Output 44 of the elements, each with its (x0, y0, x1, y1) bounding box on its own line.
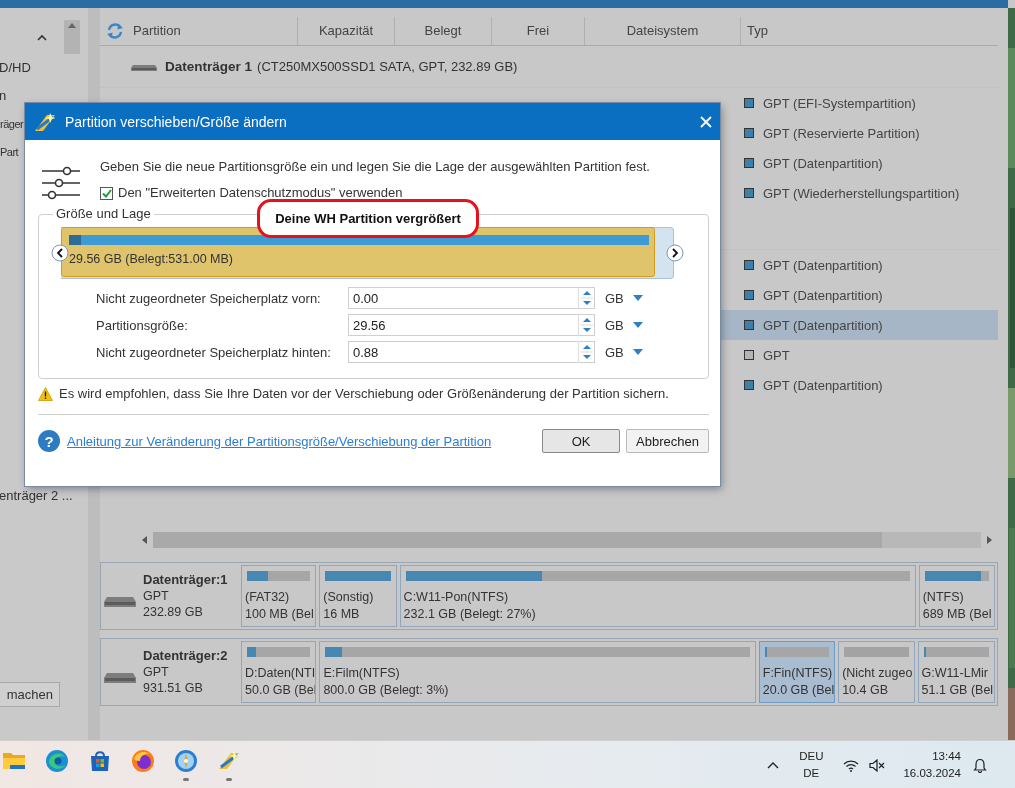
table-cell: GPT (Reservierte Partition) (763, 125, 920, 141)
instruction-text: Geben Sie die neue Partitionsgröße ein und legen Sie die Lage der ausgewählten Partition fest. (100, 158, 650, 176)
table-cell: GPT (Wiederherstellungspartition) (763, 185, 960, 201)
partition-label: (Nicht zugeo (842, 665, 911, 682)
field-label: Partitionsgröße: (96, 317, 189, 333)
table-cell: GPT (Datenpartition) (763, 377, 883, 393)
partition-size: 50.0 GB (Bel (245, 682, 313, 699)
partition-size: 10.4 GB (842, 682, 890, 699)
field-label: Nicht zugeordneter Speicherplatz vorn: (96, 290, 322, 306)
partition-label: G:W11-LMir (921, 665, 989, 682)
disk-size: 232.89 GB (143, 604, 204, 620)
partition-label: (NTFS) (922, 589, 965, 606)
field-label: Nicht zugeordneter Speicherplatz hinten: (96, 344, 332, 360)
disk-name: Datenträger:1 (143, 572, 228, 588)
partition-label: (Sonstig) (323, 589, 375, 606)
table-cell: GPT (Datenpartition) (763, 317, 883, 333)
group-title: Größe und Lage (53, 206, 154, 221)
partition-label: (FAT32) (245, 589, 291, 606)
partition-size: 16 MB (323, 606, 361, 623)
partition-size: 800.0 GB (Belegt: 3%) (323, 682, 450, 699)
disk-details: (CT250MX500SSD1 SATA, GPT, 232.89 GB) (257, 59, 518, 74)
warning-text: Es wird empfohlen, dass Sie Ihre Daten vor der Verschiebung oder Größenänderung der Partition sichern. (59, 386, 669, 401)
partition-size: 100 MB (Bel (245, 606, 313, 623)
partition-size: 20.0 GB (Bel (762, 682, 832, 699)
disk-scheme: GPT (143, 664, 170, 680)
disk-name: Datenträger:2 (143, 648, 228, 664)
dialog-title: Partition verschieben/Größe ändern (65, 113, 288, 130)
table-cell: GPT (Datenpartition) (763, 287, 883, 303)
table-cell: GPT (EFI-Systempartition) (763, 95, 916, 111)
partition-label: F:Fin(NTFS) (762, 665, 832, 682)
partition-size: 51.1 GB (Bel (921, 682, 991, 699)
table-cell: GPT (Datenpartition) (763, 155, 883, 171)
partition-label: E:Film(NTFS) (323, 665, 401, 682)
partition-size: 232.1 GB (Belegt: 27%) (403, 606, 537, 623)
table-cell: GPT (763, 347, 790, 363)
partition-label: C:W11-Pon(NTFS) (403, 589, 510, 606)
disk-size: 931.51 GB (143, 680, 204, 696)
partition-size: 689 MB (Bel (922, 606, 991, 623)
annotation-callout: Deine WH Partition vergrößert (257, 199, 479, 238)
partition-label: D:Daten(NTI (245, 665, 313, 682)
disk-scheme: GPT (143, 588, 170, 604)
partition-label: 29.56 GB (Belegt:531.00 MB) (69, 252, 234, 266)
table-cell: GPT (Datenpartition) (763, 257, 883, 273)
disk-name: Datenträger 1 (165, 59, 253, 74)
